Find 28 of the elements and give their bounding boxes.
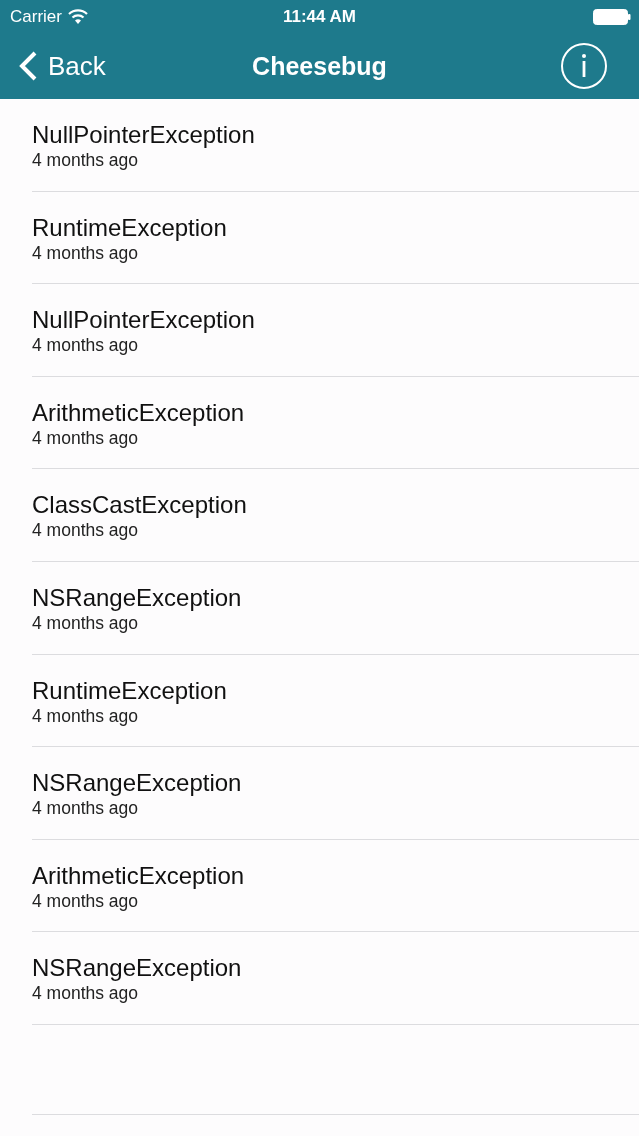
time-ago-label: 4 months ago [32,426,139,449]
info-icon[interactable] [561,43,607,89]
time-ago-label: 4 months ago [32,982,139,1005]
exception-title[interactable]: ArithmeticException [32,861,245,890]
carrier-label: Carrier [10,6,62,27]
battery-icon [593,8,631,25]
exception-title[interactable]: NullPointerException [32,121,255,149]
exception-title[interactable]: NullPointerException [32,306,255,335]
status-time: 11:44 AM [282,6,357,26]
exception-title[interactable]: NSRangeException [32,954,242,983]
exception-title[interactable]: NSRangeException [32,769,242,798]
time-ago-label: 4 months ago [32,704,139,727]
time-ago-label: 4 months ago [32,149,139,171]
exception-title[interactable]: RuntimeException [32,676,227,705]
chevron-left-icon [18,51,38,81]
time-ago-label: 4 months ago [32,611,139,634]
exception-title[interactable]: NSRangeException [32,583,242,612]
time-ago-label: 4 months ago [32,334,139,357]
wifi-icon [67,9,88,24]
time-ago-label: 4 months ago [32,241,139,264]
nav-title: Cheesebug [252,51,387,80]
time-ago-label: 4 months ago [32,889,139,912]
back-button[interactable]: Back [18,50,106,82]
time-ago-label: 4 months ago [32,519,139,542]
exception-title[interactable]: RuntimeException [32,213,227,242]
exception-title[interactable]: ArithmeticException [32,398,245,427]
exception-title[interactable]: ClassCastException [32,491,247,520]
time-ago-label: 4 months ago [32,797,139,820]
